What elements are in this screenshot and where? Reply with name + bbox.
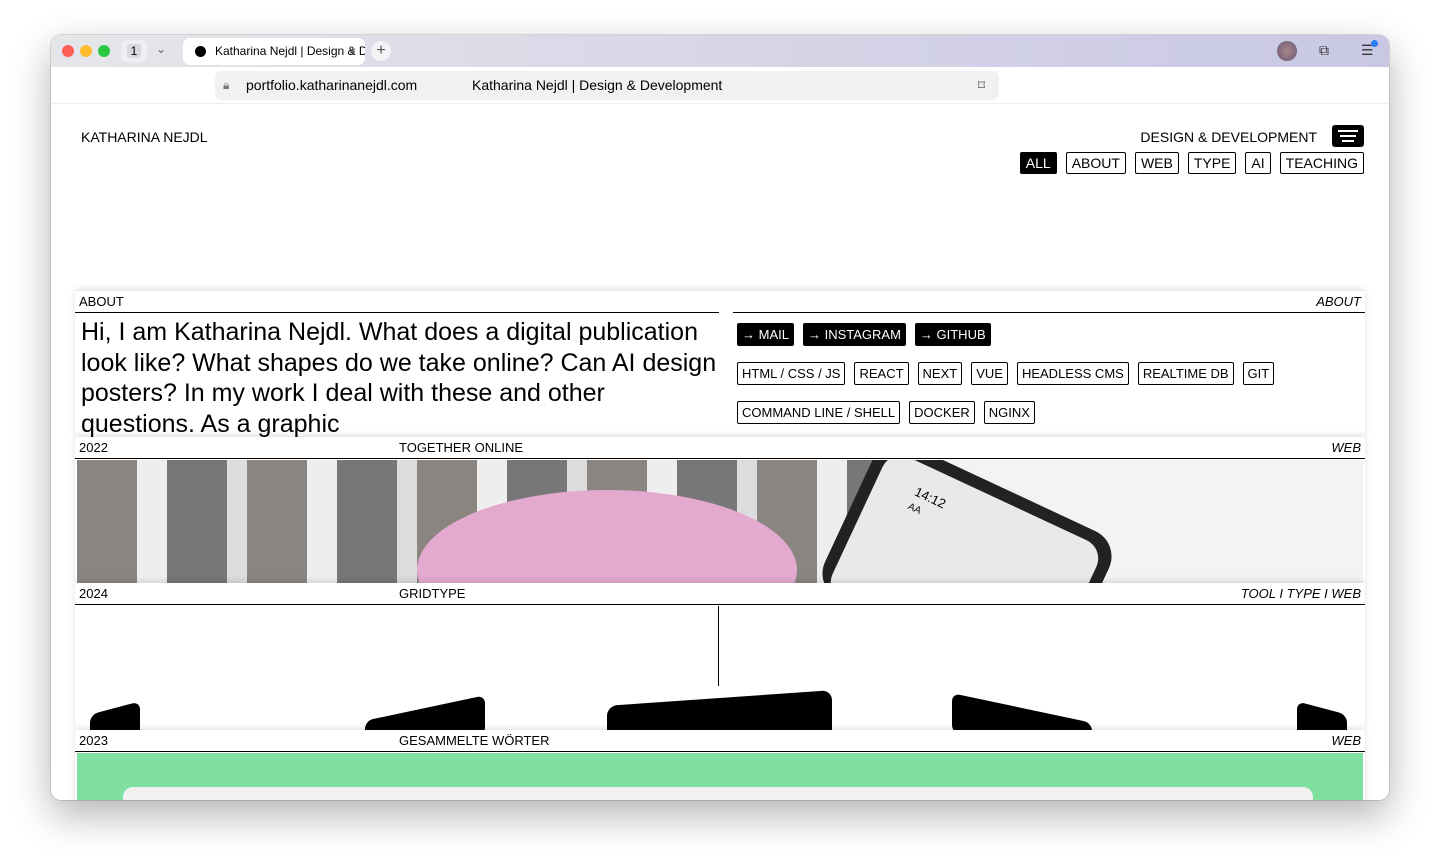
active-tab[interactable]: Katharina Nejdl | Design & Development×	[183, 38, 365, 65]
project-card-together-online[interactable]: 2022 TOGETHER ONLINE WEB 14:12 AA	[75, 437, 1365, 584]
tab-overview-button[interactable]: 1	[121, 40, 147, 62]
about-card[interactable]: ABOUT ABOUT Hi, I am Katharina Nejdl. Wh…	[75, 291, 1365, 437]
project-category: TOOL I TYPE I WEB	[1240, 586, 1361, 601]
bookmarks-icon[interactable]: ⧉	[1319, 42, 1329, 59]
phone-label: AA	[906, 501, 923, 517]
about-category: ABOUT	[1316, 294, 1361, 309]
browser-window: 1 ⌄ Katharina Nejdl | Design & Developme…	[51, 35, 1389, 800]
filter-type[interactable]: TYPE	[1187, 152, 1237, 174]
skill-tag: COMMAND LINE / SHELL	[737, 401, 901, 424]
skill-tag: REACT	[854, 362, 909, 385]
site-name[interactable]: KATHARINA NEJDL	[81, 129, 208, 145]
skill-tag: HEADLESS CMS	[1016, 362, 1129, 385]
instagram-link[interactable]: → INSTAGRAM	[802, 323, 906, 346]
page-content: KATHARINA NEJDL DESIGN & DEVELOPMENT ALL…	[51, 104, 1389, 800]
project-header: 2024 GRIDTYPE TOOL I TYPE I WEB	[75, 583, 1365, 605]
project-image: 14:12 AA	[77, 460, 1363, 584]
project-title: GESAMMELTE WÖRTER	[399, 733, 550, 748]
about-tags: → MAIL → INSTAGRAM → GITHUB HTML / CSS /…	[737, 323, 1337, 424]
skill-tag: HTML / CSS / JS	[737, 362, 846, 385]
project-header: 2022 TOGETHER ONLINE WEB	[75, 437, 1365, 459]
project-title: GRIDTYPE	[399, 586, 466, 601]
project-category: WEB	[1331, 440, 1361, 455]
filter-ai[interactable]: AI	[1245, 152, 1271, 174]
profile-avatar[interactable]	[1277, 41, 1297, 61]
filter-all[interactable]: ALL	[1019, 152, 1057, 174]
skill-tag: GIT	[1242, 362, 1275, 385]
address-bar[interactable]: 🔒︎ portfolio.katharinanejdl.com Katharin…	[215, 71, 999, 100]
project-image	[75, 606, 1365, 730]
close-window-button[interactable]	[62, 45, 74, 57]
address-row: 🔒︎ portfolio.katharinanejdl.com Katharin…	[51, 67, 1389, 104]
filter-bar: ALL ABOUT WEB TYPE AI TEACHING	[1019, 152, 1364, 174]
skill-tag: DOCKER	[909, 401, 975, 424]
tab-count: 1	[126, 44, 142, 58]
tab-bar: 1 ⌄ Katharina Nejdl | Design & Developme…	[51, 35, 1389, 67]
chevron-down-icon[interactable]: ⌄	[156, 42, 166, 56]
skill-tag: REALTIME DB	[1137, 362, 1234, 385]
filter-web[interactable]: WEB	[1134, 152, 1179, 174]
about-text: Hi, I am Katharina Nejdl. What does a di…	[81, 318, 717, 437]
skill-tag: NGINX	[983, 401, 1035, 424]
lock-icon: 🔒︎	[223, 78, 230, 92]
site-tagline: DESIGN & DEVELOPMENT	[1140, 129, 1317, 145]
new-tab-button[interactable]: +	[371, 41, 391, 61]
skill-tag: VUE	[971, 362, 1008, 385]
project-card-gesammelte-woerter[interactable]: 2023 GESAMMELTE WÖRTER WEB	[75, 730, 1365, 800]
mail-link[interactable]: → MAIL	[737, 323, 794, 346]
filter-about[interactable]: ABOUT	[1065, 152, 1126, 174]
project-year: 2023	[79, 733, 108, 748]
project-year: 2024	[79, 586, 108, 601]
page-title-text: Katharina Nejdl | Design & Development	[472, 77, 723, 93]
filter-teaching[interactable]: TEACHING	[1279, 152, 1364, 174]
sidebar-menu-icon[interactable]: ☰	[1361, 40, 1378, 59]
minimize-window-button[interactable]	[80, 45, 92, 57]
about-label: ABOUT	[79, 294, 124, 309]
favicon-icon	[195, 46, 206, 57]
menu-button[interactable]	[1332, 125, 1364, 147]
project-header: 2023 GESAMMELTE WÖRTER WEB	[75, 730, 1365, 752]
project-title: TOGETHER ONLINE	[399, 440, 524, 455]
github-link[interactable]: → GITHUB	[914, 323, 991, 346]
bookmark-icon[interactable]: ⌑	[978, 71, 985, 100]
url-text: portfolio.katharinanejdl.com	[246, 77, 418, 93]
zoom-window-button[interactable]	[98, 45, 110, 57]
project-year: 2022	[79, 440, 108, 455]
about-card-header: ABOUT ABOUT	[75, 291, 1365, 313]
close-tab-icon[interactable]: ×	[349, 38, 356, 65]
project-image	[77, 753, 1363, 800]
skill-tag: NEXT	[917, 362, 963, 385]
tab-title: Katharina Nejdl | Design & Development	[215, 44, 365, 58]
project-card-gridtype[interactable]: 2024 GRIDTYPE TOOL I TYPE I WEB	[75, 583, 1365, 730]
project-category: WEB	[1331, 733, 1361, 748]
